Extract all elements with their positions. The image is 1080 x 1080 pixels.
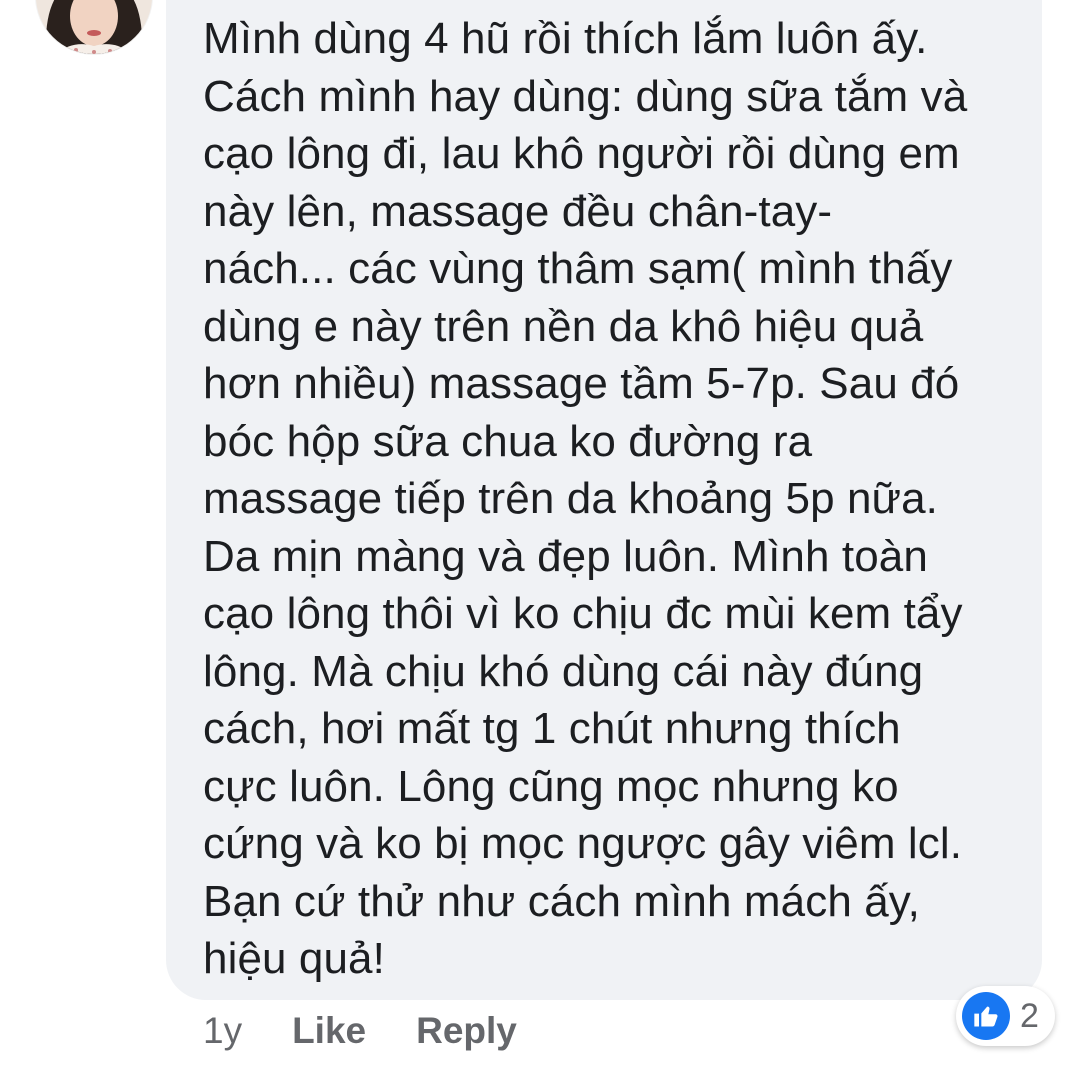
comment-line: cực luôn. Lông cũng mọc nhưng ko (203, 761, 899, 811)
comment-line: cạo lông thôi vì ko chịu đc mùi kem tẩy (203, 589, 963, 638)
comment-actions: 1y Like Reply (203, 1006, 517, 1056)
comment-line: Da mịn màng và đẹp luôn. Mình toàn (203, 531, 928, 581)
comment-line: dùng e này trên nền da khô hiệu quả (203, 301, 924, 351)
comment-line: hiệu quả! (203, 934, 385, 983)
avatar[interactable] (36, 0, 152, 54)
comment-line: hơn nhiều) massage tầm 5-7p. Sau đó (203, 359, 960, 408)
comment-line: Mình dùng 4 hũ rồi thích lắm luôn ấy. (203, 14, 928, 63)
reply-button[interactable]: Reply (416, 1010, 517, 1052)
comment-screenshot: Mình dùng 4 hũ rồi thích lắm luôn ấy. Cá… (0, 0, 1080, 1080)
reaction-count: 2 (1020, 996, 1039, 1035)
comment-line: cứng và ko bị mọc ngược gây viêm lcl. (203, 819, 963, 868)
comment-line: nách... các vùng thâm sạm( mình thấy (203, 244, 953, 293)
like-button[interactable]: Like (292, 1010, 366, 1052)
comment-line: Bạn cứ thử như cách mình mách ấy, (203, 876, 920, 926)
comment-line: lông. Mà chịu khó dùng cái này đúng (203, 646, 924, 696)
comment-timestamp[interactable]: 1y (203, 1010, 242, 1052)
comment-line: cạo lông đi, lau khô người rồi dùng em (203, 129, 960, 178)
comment-line: Cách mình hay dùng: dùng sữa tắm và (203, 71, 968, 121)
comment-line: bóc hộp sữa chua ko đường ra (203, 416, 813, 466)
comment-line: cách, hơi mất tg 1 chút nhưng thích (203, 704, 901, 753)
thumbs-up-icon (962, 992, 1010, 1040)
comment-text: Mình dùng 4 hũ rồi thích lắm luôn ấy. Cá… (203, 10, 1023, 988)
comment-line: massage tiếp trên da khoảng 5p nữa. (203, 474, 938, 523)
avatar-image (36, 0, 152, 54)
reactions-summary[interactable]: 2 (956, 986, 1055, 1046)
comment-line: này lên, massage đều chân-tay- (203, 186, 833, 236)
